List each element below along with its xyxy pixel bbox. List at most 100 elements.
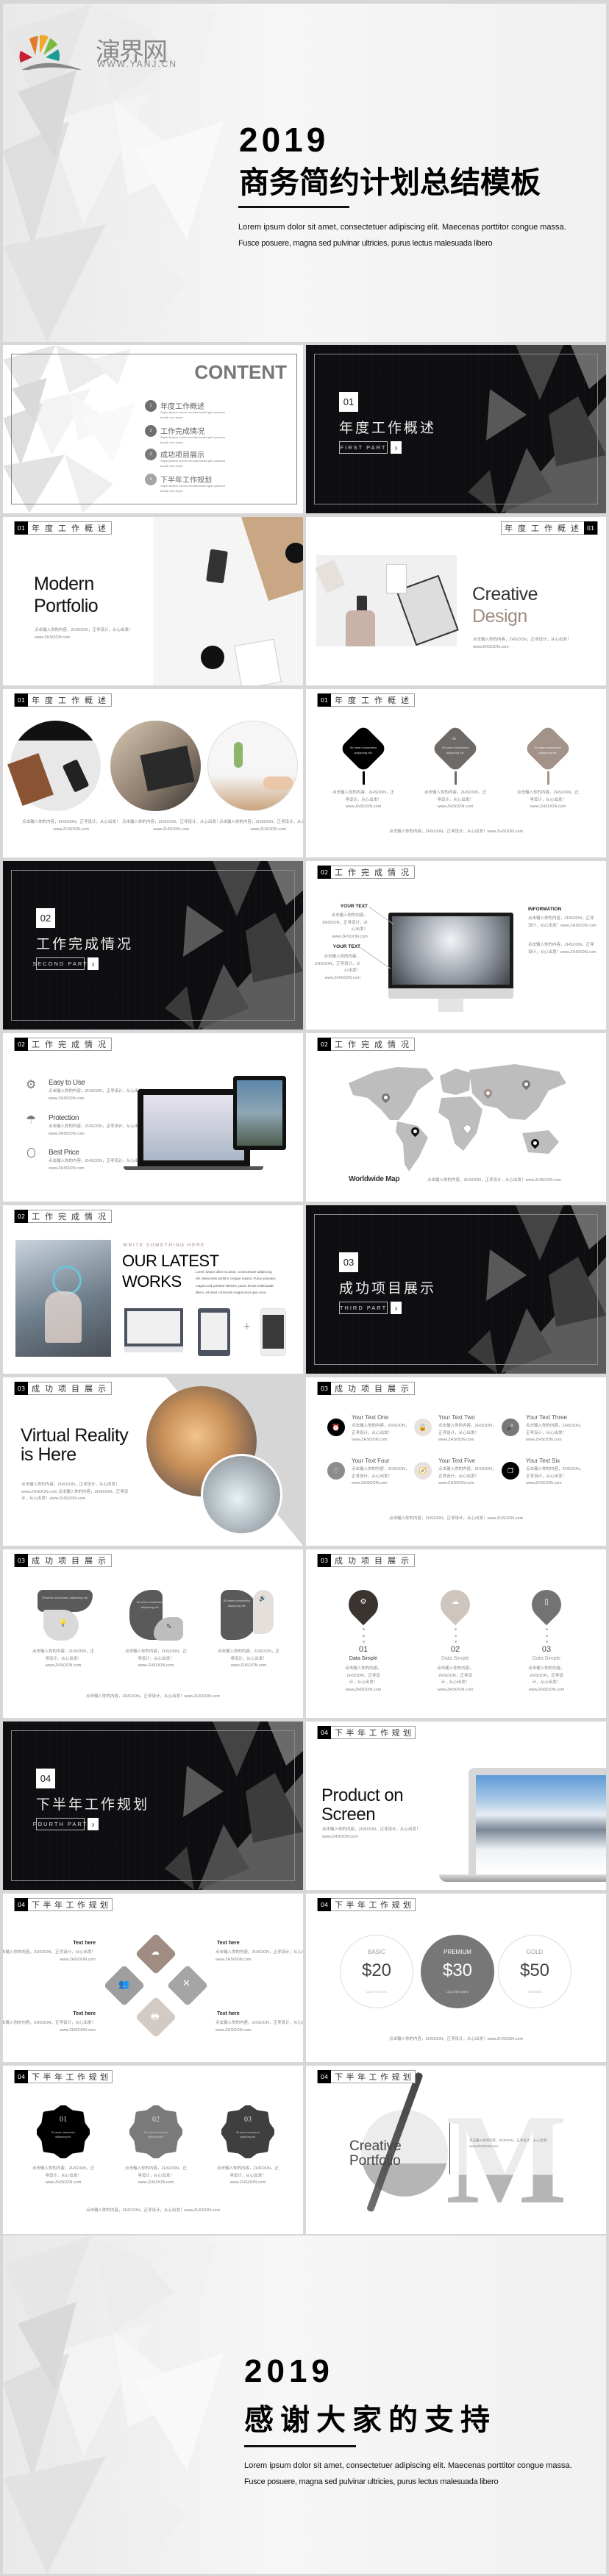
logo-mark: [13, 33, 94, 74]
feature-text: 点击输入你的内容，ZHSOON，正寻设计，从心出发！www.ZHSOON.com: [438, 1467, 496, 1486]
microphone-icon: 🎤: [502, 1419, 519, 1436]
feature-title: Best Price: [49, 1149, 79, 1157]
feature-item[interactable]: ⏰ Your Text One 点击输入你的内容，ZHSOON，正寻设计，从心出…: [327, 1414, 410, 1442]
petal-shape: [38, 1590, 93, 1612]
callout-title: YOUR TEXT: [340, 904, 368, 909]
desk-photo: [153, 517, 303, 685]
petal-shapes-slide: 03 成功项目展示 💡 Sit amet consectetur adipisci…: [3, 1549, 303, 1718]
pin-label: Data Simple: [349, 1656, 378, 1661]
section-slide-01: 01 年度工作概述 FIRST PART ›: [306, 345, 606, 513]
feature-text: 点击输入你的内容，ZHSOON，正寻设计，从心出发！www.ZHSOON.com: [438, 1424, 496, 1443]
section-title: 成功项目展示: [339, 1281, 437, 1296]
feature-title: Your Text Five: [438, 1458, 476, 1464]
gear-icon: ⚙: [26, 1079, 37, 1091]
chevron-right-icon[interactable]: ›: [391, 441, 402, 454]
feature-item[interactable]: ❐ Your Text Six 点击输入你的内容，ZHSOON，正寻设计，从心出…: [502, 1458, 584, 1485]
arrow-down-icon: [547, 771, 549, 785]
world-map: [349, 1064, 566, 1171]
pricing-plan[interactable]: GOLD $50 Unlimited: [498, 1935, 571, 2008]
section-slide-03: 03 成功项目展示 THIRD PART ›: [306, 1205, 606, 1374]
circle-caption: 点击输入你的内容，ZHSOON，正寻设计，从心出发！www.ZHSOON.com: [22, 820, 121, 832]
dot: [546, 1635, 548, 1637]
chevron-right-icon[interactable]: ›: [391, 1302, 402, 1314]
slide-footnote: 点击输入你的内容，ZHSOON，正寻设计，从心出发！www.ZHSOON.com: [388, 1516, 524, 1521]
closing-title: 感谢大家的支持: [244, 2404, 496, 2436]
section-title: 年度工作概述: [339, 421, 437, 436]
works-kicker: WRITE SOMETHING HERE: [123, 1243, 205, 1248]
feature-item[interactable]: ♡ Your Text Four 点击输入你的内容，ZHSOON，正寻设计，从心…: [327, 1458, 410, 1485]
cloud-transfer-icon: ☁: [151, 1947, 160, 1957]
copy-icon: ❐: [502, 1462, 519, 1480]
section-title: 工作完成情况: [36, 937, 134, 952]
cover-title: 商务简约计划总结模板: [239, 165, 541, 199]
closing-slide: 2019 感谢大家的支持 Lorem ipsum dolor sit amet,…: [3, 2236, 606, 2574]
pricing-plan[interactable]: PREMIUM $30 Up to 50 Users: [421, 1935, 494, 2008]
pin-text: 点击输入你的内容，ZHSOON，正寻设计，从心出发！www.ZHSOON.com: [528, 1666, 565, 1692]
pricing-plan[interactable]: BASIC $20 Up to 5 Users: [340, 1935, 413, 2008]
creative-design-slide: 01 年度工作概述 Creative Design 点击输入你的内容，ZHSOON，…: [306, 517, 606, 685]
monitor-stand: [438, 999, 463, 1012]
team-icon: 👥: [118, 1979, 129, 1989]
chevron-right-icon[interactable]: ›: [88, 1818, 99, 1830]
badge-caption: 点击输入你的内容，ZHSOON，正寻设计，从心出发！www.ZHSOON.com: [32, 2166, 95, 2186]
pin-number: 01: [358, 1645, 368, 1654]
lightbulb-icon: [27, 1148, 35, 1157]
feature-item[interactable]: 🔒 Your Text Two 点击输入你的内容，ZHSOON，正寻设计，从心出…: [414, 1414, 496, 1442]
data-pins-slide: 03 成功项目展示 ⚙ 01 Data Simple 点击输入你的内容，ZHSOO…: [306, 1549, 606, 1718]
pin-label: Data Simple: [441, 1656, 470, 1661]
monitor-slide: 02 工作完成情况 YOUR TEXT 点击输入你的内容，ZHSOON，正寻设计，…: [306, 861, 606, 1030]
item-desc: Sapis dipsem volorio vendian badel ignit…: [160, 435, 226, 444]
cup-shape: [285, 543, 303, 563]
badge-steps-slide: 04 下半年工作规划 01 Sit amet consectetur adipis…: [3, 2066, 303, 2234]
chevron-right-icon[interactable]: ›: [88, 957, 99, 970]
item-number: 3: [145, 449, 157, 460]
petal-caption: 点击输入你的内容，ZHSOON，正寻设计，从心出发！www.ZHSOON.com: [32, 1649, 95, 1669]
diamond-cycle-slide: 04 下半年工作规划 ☁ 👥 ✕ 🖶 Text here 点击输入你的内容，ZHS…: [3, 1894, 303, 2062]
clipboard-shape: [386, 564, 407, 593]
diamond-label: Text here: [217, 1941, 240, 1946]
item-number: 2: [145, 425, 157, 437]
works-paragraph: Lorem ipsum dolor sit amet, consectetuer…: [196, 1270, 277, 1295]
section-part-button[interactable]: THIRD PART: [339, 1302, 388, 1314]
pin-text: 点击输入你的内容，ZHSOON，正寻设计，从心出发！www.ZHSOON.com: [345, 1666, 382, 1692]
info-title: INFORMATION: [528, 907, 562, 912]
section-part-button[interactable]: FIRST PART: [339, 441, 388, 454]
decor-triangle: [3, 2456, 106, 2574]
section-part-button[interactable]: FOURTH PART: [33, 1818, 86, 1830]
section-badge: 02 工作完成情况: [317, 866, 415, 879]
plan-tier: PREMIUM: [444, 1949, 471, 1955]
plan-note: Up to 50 Users: [446, 1990, 469, 1994]
creative-portfolio-slide: M 04 下半年工作规划 Creative Portfolio 点击输入你的内容，Z…: [306, 2066, 606, 2234]
section-badge: 02 工作完成情况: [317, 1038, 415, 1051]
book-icon: ▯: [544, 1598, 549, 1606]
alarm-clock-icon: ⏰: [327, 1419, 345, 1436]
feature-item[interactable]: 🧭 Your Text Five 点击输入你的内容，ZHSOON，正寻设计，从心…: [414, 1458, 496, 1485]
section-badge: 03 成功项目展示: [317, 1382, 415, 1395]
lock-icon: 🔒: [414, 1419, 432, 1436]
item-number: 4: [145, 474, 157, 485]
slide-heading: Modern Portfolio: [34, 574, 99, 616]
badge-text: Sit amet consectetur adipiscing elit.: [236, 2131, 260, 2139]
section-badge: 04 下半年工作规划: [14, 2070, 113, 2083]
feature-text: 点击输入你的内容，ZHSOON，正寻设计，从心出发！www.ZHSOON.com: [352, 1467, 410, 1486]
slide-heading: Product on Screen: [321, 1785, 404, 1825]
decor-triangle: [3, 121, 69, 246]
cover-desc-2: Fusce posuere, magna sed pulvinar ultric…: [238, 239, 493, 248]
drop-caption: 点击输入你的内容，ZHSOON，正寻设计，从心出发！www.ZHSOON.com: [424, 791, 487, 810]
feature-title: Protection: [49, 1114, 79, 1122]
monitor-chin: [388, 988, 513, 999]
lightbulb-icon: 💡: [59, 1619, 68, 1627]
section-badge: 03 成功项目展示: [317, 1554, 415, 1567]
data-pin-item: ⚙ 01 Data Simple 点击输入你的内容，ZHSOON，正寻设计，从心…: [330, 1583, 396, 1698]
section-number: 01: [339, 392, 358, 412]
feature-item[interactable]: 🎤 Your Text Three 点击输入你的内容，ZHSOON，正寻设计，从…: [502, 1414, 584, 1442]
diamond-caption: 点击输入你的内容，ZHSOON，正寻设计，从心出发！www.ZHSOON.com: [3, 1950, 96, 1962]
section-part-button[interactable]: SECOND PART: [32, 957, 87, 970]
callout-text: 点击输入你的内容，ZHSOON，正寻设计，从心出发！www.ZHSOON.com: [314, 955, 360, 980]
section-slide-04: 04 下半年工作规划 FOURTH PART ›: [3, 1722, 303, 1890]
feature-title: Your Text Two: [438, 1414, 475, 1421]
title-divider: [244, 2445, 356, 2447]
diamond-caption: 点击输入你的内容，ZHSOON，正寻设计，从心出发！www.ZHSOON.com: [216, 1950, 303, 1962]
item-desc: Sapis dipsem volorio vendian badel ignit…: [160, 410, 226, 419]
decor-triangle: [3, 2353, 69, 2478]
